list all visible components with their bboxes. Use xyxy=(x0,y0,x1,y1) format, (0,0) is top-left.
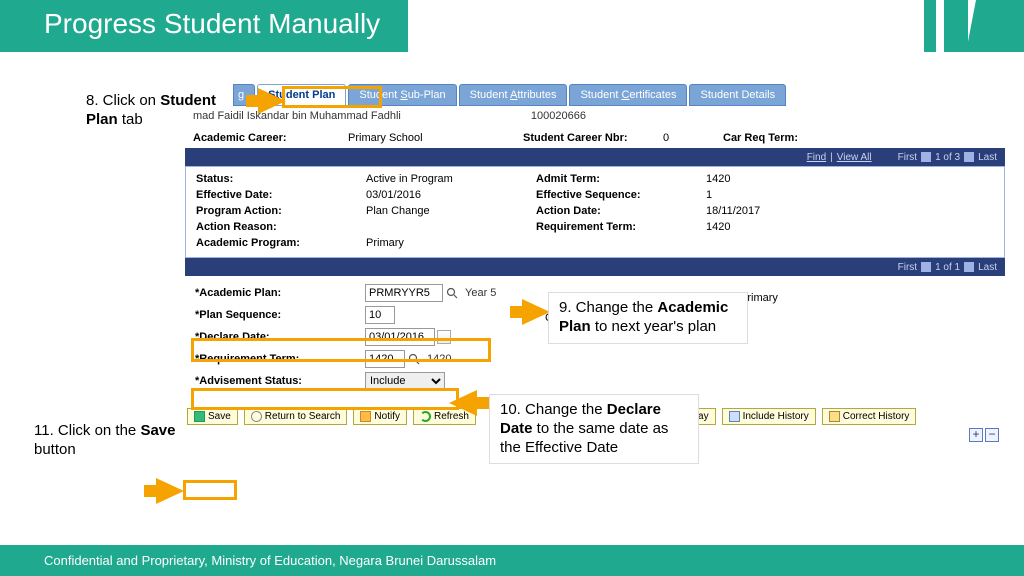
calendar-icon[interactable] xyxy=(437,330,451,344)
history-icon xyxy=(729,411,740,422)
next-icon[interactable] xyxy=(964,152,974,162)
academic-plan-label: *Academic Plan: xyxy=(195,287,365,299)
find-link[interactable]: Find xyxy=(807,152,826,163)
title-stripe xyxy=(0,0,14,52)
position-text-2: 1 of 1 xyxy=(935,262,960,273)
effective-seq-value: 1 xyxy=(706,189,826,201)
req-term-label: *Requirement Term: xyxy=(195,353,365,365)
grid-nav-2: First 1 of 1 Last xyxy=(185,258,1005,276)
academic-plan-display: Year 5 xyxy=(465,287,496,299)
arrow-step11 xyxy=(156,478,184,504)
status-label: Status: xyxy=(196,173,366,185)
admit-term-value: 1420 xyxy=(706,173,826,185)
req-term-input[interactable] xyxy=(365,350,405,368)
student-header: mad Faidil Iskandar bin Muhammad Fadhli … xyxy=(185,106,1005,128)
academic-career-value: Primary School xyxy=(348,132,523,144)
declare-date-label: *Declare Date: xyxy=(195,331,365,343)
program-action-value: Plan Change xyxy=(366,205,536,217)
advisement-status-label: *Advisement Status: xyxy=(195,375,365,387)
tab-student-attributes[interactable]: Student Attributes xyxy=(459,84,568,106)
declare-date-input[interactable] xyxy=(365,328,435,346)
arrow-step9 xyxy=(522,299,550,325)
status-value: Active in Program xyxy=(366,173,536,185)
position-text: 1 of 3 xyxy=(935,152,960,163)
student-id: 100020666 xyxy=(531,110,586,122)
career-row: Academic Career: Primary School Student … xyxy=(185,128,1005,148)
add-row-icon[interactable]: + xyxy=(969,428,983,442)
slide-title: Progress Student Manually xyxy=(14,0,408,52)
arrow-step8 xyxy=(258,88,286,114)
action-reason-label: Action Reason: xyxy=(196,221,366,233)
viewall-link[interactable]: View All xyxy=(837,152,872,163)
slide-title-bar: Progress Student Manually xyxy=(0,0,1024,52)
return-button[interactable]: Return to Search xyxy=(244,408,348,425)
save-button[interactable]: Save xyxy=(187,408,238,425)
first-label: First xyxy=(898,152,917,163)
academic-career-label: Academic Career: xyxy=(193,132,348,144)
remove-row-icon[interactable]: − xyxy=(985,428,999,442)
requirement-term-value: 1420 xyxy=(706,221,826,233)
tab-student-certificates[interactable]: Student Certificates xyxy=(569,84,687,106)
action-date-label: Action Date: xyxy=(536,205,706,217)
lookup-icon-2[interactable] xyxy=(407,352,421,366)
academic-program-label: Academic Program: xyxy=(196,237,366,249)
requirement-term-label: Requirement Term: xyxy=(536,221,706,233)
program-section: Status: Active in Program Admit Term: 14… xyxy=(185,166,1005,258)
effective-date-label: Effective Date: xyxy=(196,189,366,201)
arrow-step10 xyxy=(449,390,477,416)
student-name: mad Faidil Iskandar bin Muhammad Fadhli xyxy=(193,110,401,122)
next-icon-2[interactable] xyxy=(964,262,974,272)
career-nbr-value: 0 xyxy=(663,132,723,144)
callout-step10: 10. Change the Declare Date to the same … xyxy=(489,394,699,464)
edit-icon xyxy=(829,411,840,422)
tab-student-subplan[interactable]: Student Sub-Plan xyxy=(348,84,456,106)
include-history-button[interactable]: Include History xyxy=(722,408,816,425)
slide-footer: Confidential and Proprietary, Ministry o… xyxy=(0,545,1024,576)
highlight-save xyxy=(183,480,237,500)
req-term-display: 1420 xyxy=(427,353,451,365)
peoplesoft-app: g Student Plan Student Sub-Plan Student … xyxy=(185,84,1005,431)
first-label-2: First xyxy=(898,262,917,273)
program-action-label: Program Action: xyxy=(196,205,366,217)
add-remove-row: + − xyxy=(969,428,999,442)
effective-seq-label: Effective Sequence: xyxy=(536,189,706,201)
effective-date-value: 03/01/2016 xyxy=(366,189,536,201)
last-label-2: Last xyxy=(978,262,997,273)
grid-nav-1: Find| View All First 1 of 3 Last xyxy=(185,148,1005,166)
refresh-icon xyxy=(420,411,431,422)
car-req-term-label: Car Req Term: xyxy=(723,132,798,144)
callout-step9: 9. Change the Academic Plan to next year… xyxy=(548,292,748,344)
career-nbr-label: Student Career Nbr: xyxy=(523,132,663,144)
academic-program-value: Primary xyxy=(366,237,536,249)
search-icon xyxy=(251,411,262,422)
last-label: Last xyxy=(978,152,997,163)
action-date-value: 18/11/2017 xyxy=(706,205,826,217)
tab-bar: g Student Plan Student Sub-Plan Student … xyxy=(233,84,1005,106)
notify-icon xyxy=(360,411,371,422)
correct-history-button[interactable]: Correct History xyxy=(822,408,917,425)
plan-sequence-label: *Plan Sequence: xyxy=(195,309,365,321)
advisement-status-select[interactable]: Include xyxy=(365,372,445,390)
save-icon xyxy=(194,411,205,422)
prev-icon[interactable] xyxy=(921,152,931,162)
prev-icon-2[interactable] xyxy=(921,262,931,272)
academic-plan-input[interactable] xyxy=(365,284,443,302)
lookup-icon[interactable] xyxy=(445,286,459,300)
plan-sequence-input[interactable] xyxy=(365,306,395,324)
annotation-step11: 11. Click on the Save button xyxy=(34,422,184,460)
notify-button[interactable]: Notify xyxy=(353,408,407,425)
admit-term-label: Admit Term: xyxy=(536,173,706,185)
title-accent xyxy=(924,0,1024,52)
tab-student-details[interactable]: Student Details xyxy=(689,84,786,106)
